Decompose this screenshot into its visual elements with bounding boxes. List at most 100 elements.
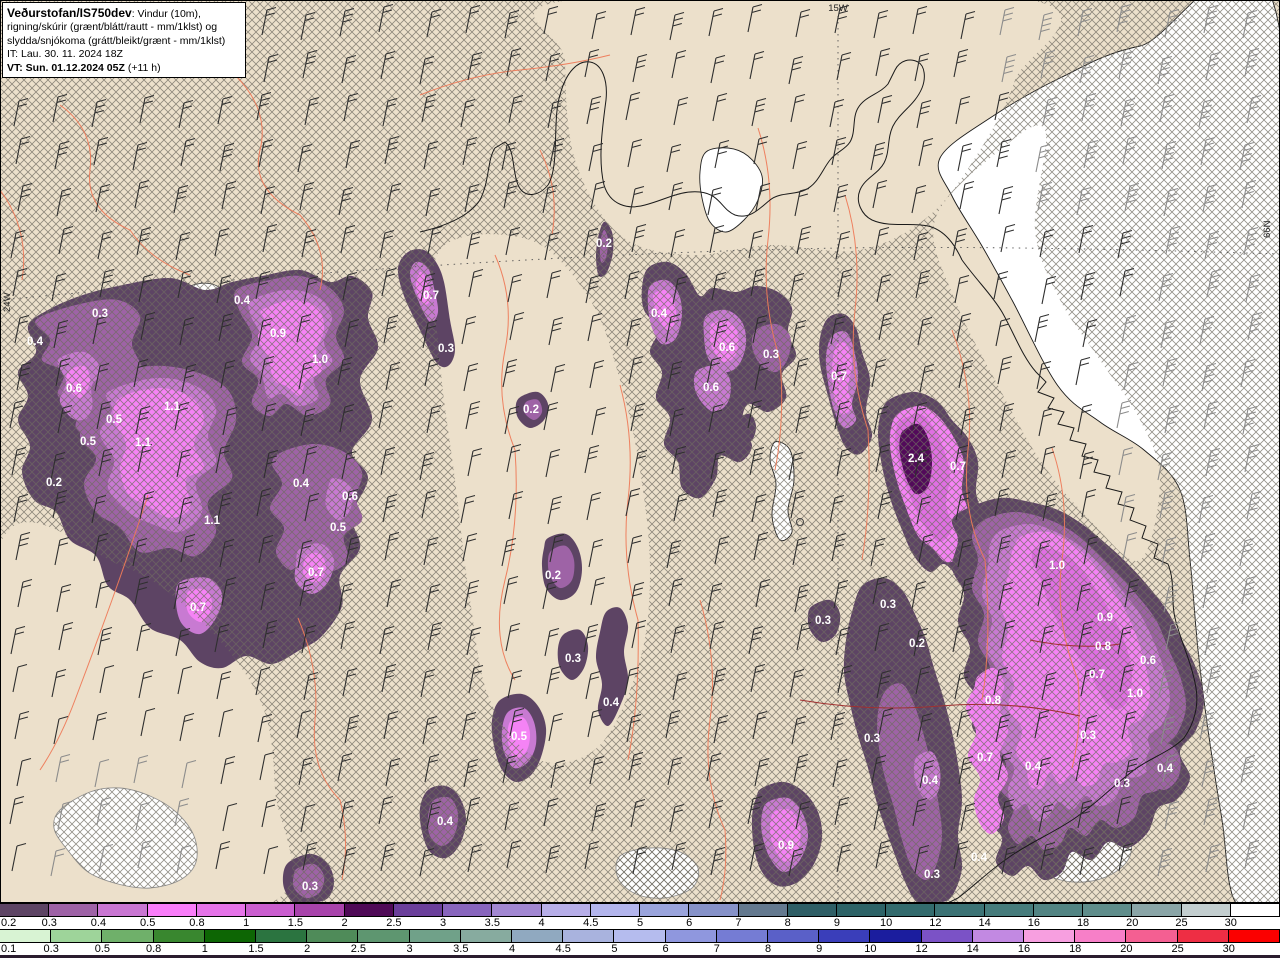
colorbar-segment bbox=[153, 930, 205, 942]
precip-value-label: 0.7 bbox=[950, 461, 966, 473]
precip-value-label: 0.3 bbox=[1114, 778, 1130, 790]
precip-value-label: 0.7 bbox=[190, 602, 206, 614]
meridian-label-15w: 15W bbox=[828, 3, 848, 14]
colorbar-tick-label: 7 bbox=[735, 917, 742, 929]
colorbar-segment bbox=[492, 904, 542, 916]
colorbar-segment bbox=[409, 930, 461, 942]
colorbar-tick-label: 1 bbox=[243, 917, 250, 929]
colorbar-tick-label: 20 bbox=[1120, 943, 1133, 955]
colorbar-sleet-snow-labels: 0.2 0.3 0.4 0.5 0.8 1 1.5 2 2.5 3 3.5 4 4.5 5 6 7 8 9 10 12… bbox=[0, 917, 1280, 929]
colorbar-tick-label: 25 bbox=[1175, 917, 1188, 929]
precip-value-label: 0.2 bbox=[46, 477, 62, 489]
colorbar-segment bbox=[1126, 930, 1178, 942]
colorbar-segment bbox=[1228, 930, 1280, 942]
colorbar-segment bbox=[972, 930, 1025, 942]
colorbar-tick-label: 9 bbox=[833, 917, 840, 929]
precip-value-label: 0.7 bbox=[308, 567, 324, 579]
colorbar-tick-label: 7 bbox=[713, 943, 720, 955]
colorbar-tick-label: 0.3 bbox=[41, 917, 57, 929]
precip-value-label: 0.3 bbox=[815, 615, 831, 627]
colorbar-tick-label: 12 bbox=[929, 917, 942, 929]
colorbar-segment bbox=[886, 904, 936, 916]
precip-value-label: 0.3 bbox=[864, 733, 880, 745]
colorbar-segment bbox=[768, 930, 820, 942]
colorbar-segment bbox=[935, 904, 985, 916]
precip-value-label: 0.3 bbox=[763, 349, 779, 361]
colorbar-segment bbox=[1181, 904, 1231, 916]
colorbar-segment bbox=[984, 904, 1034, 916]
precip-value-label: 0.4 bbox=[651, 308, 668, 320]
colorbar-tick-label: 8 bbox=[784, 917, 791, 929]
colorbar-tick-label: 3.5 bbox=[453, 943, 469, 955]
colorbar-segment bbox=[98, 904, 148, 916]
parallel-label-24w: 24W bbox=[2, 292, 13, 312]
colorbar-tick-label: 30 bbox=[1222, 943, 1235, 955]
precip-value-label: 0.7 bbox=[423, 290, 439, 302]
precip-value-label: 0.5 bbox=[80, 436, 97, 448]
precip-value-label: 1.1 bbox=[204, 515, 221, 527]
colorbar-segment bbox=[640, 904, 690, 916]
precip-value-label: 0.4 bbox=[437, 816, 454, 828]
colorbar-tick-label: 12 bbox=[915, 943, 928, 955]
colorbar-segment bbox=[836, 904, 887, 916]
precip-value-label: 1.0 bbox=[312, 354, 328, 366]
colorbar-segment bbox=[870, 930, 922, 942]
colorbar-tick-label: 20 bbox=[1126, 917, 1139, 929]
precip-value-label: 0.9 bbox=[778, 840, 794, 852]
colorbar-tick-label: 4.5 bbox=[583, 917, 599, 929]
colorbar-tick-label: 0.2 bbox=[1, 917, 17, 929]
colorbar-segment bbox=[1177, 930, 1229, 942]
precip-value-label: 0.3 bbox=[302, 881, 318, 893]
precip-value-label: 0.6 bbox=[719, 342, 735, 354]
colorbar-tick-label: 2 bbox=[304, 943, 311, 955]
precip-value-label: 0.2 bbox=[545, 570, 561, 582]
precip-value-label: 0.6 bbox=[703, 382, 719, 394]
info-box: Veðurstofan/IS750dev: Vindur (10m), rign… bbox=[2, 2, 246, 79]
parallel-label-66n: 66N bbox=[1262, 220, 1273, 238]
colorbar-tick-label: 4.5 bbox=[555, 943, 571, 955]
precip-value-label: 0.4 bbox=[603, 697, 620, 709]
colorbar-segment bbox=[307, 930, 359, 942]
precip-value-label: 0.6 bbox=[1140, 655, 1156, 667]
weather-map-screenshot: 0.2 0.7 0.3 0.3 0.4 0.4 0.9 1.0 0.6 1.1 0.5 0.5 1.1 0… bbox=[0, 0, 1280, 958]
colorbar-tick-label: 6 bbox=[686, 917, 693, 929]
colorbar-tick-label: 10 bbox=[864, 943, 877, 955]
colorbar-tick-label: 1 bbox=[201, 943, 208, 955]
precip-value-label: 0.9 bbox=[270, 328, 286, 340]
colorbar-tick-label: 3 bbox=[406, 943, 413, 955]
precip-value-label: 0.2 bbox=[523, 404, 539, 416]
colorbar-tick-label: 1.5 bbox=[287, 917, 304, 929]
colorbar-segment bbox=[787, 904, 837, 916]
precip-value-label: 0.2 bbox=[596, 238, 612, 250]
colorbar-segment bbox=[819, 930, 871, 942]
precip-value-label: 0.2 bbox=[909, 638, 925, 650]
colorbar-segment bbox=[921, 930, 973, 942]
info-line-init-time: IT: Lau. 30. 11. 2024 18Z bbox=[7, 48, 123, 61]
info-line-3: slydda/snjókoma (grátt/bleikt/grænt - mm… bbox=[7, 34, 226, 47]
colorbar-tick-label: 25 bbox=[1171, 943, 1184, 955]
precip-value-label: 0.8 bbox=[1095, 641, 1112, 653]
colorbar-segment bbox=[1083, 904, 1133, 916]
precip-value-label: 0.4 bbox=[234, 295, 251, 307]
precip-value-label: 1.1 bbox=[164, 401, 181, 413]
colorbar-tick-label: 6 bbox=[662, 943, 669, 955]
colorbar-tick-label: 14 bbox=[978, 917, 991, 929]
colorbar-tick-label: 4 bbox=[508, 943, 516, 955]
colorbar-segment bbox=[204, 930, 257, 942]
precip-value-label: 1.0 bbox=[1049, 560, 1065, 572]
colorbar-tick-label: 2 bbox=[341, 917, 348, 929]
colorbar-segment bbox=[738, 904, 788, 916]
colorbar-tick-label: 0.5 bbox=[94, 943, 111, 955]
precip-value-label: 1.0 bbox=[1127, 688, 1143, 700]
colorbar-segment bbox=[689, 904, 739, 916]
colorbar-tick-label: 0.1 bbox=[1, 943, 17, 955]
colorbar-tick-label: 0.8 bbox=[189, 917, 205, 929]
precip-value-label: 0.4 bbox=[27, 336, 44, 348]
colorbar-segment bbox=[443, 904, 493, 916]
precip-value-label: 0.4 bbox=[922, 775, 939, 787]
colorbar-tick-label: 18 bbox=[1076, 917, 1090, 929]
legend-colorbars: 0.2 0.3 0.4 0.5 0.8 1 1.5 2 2.5 3 3.5 4 4.5 5 6 7 8 9 10 12… bbox=[0, 903, 1280, 958]
precip-value-label: 0.7 bbox=[831, 371, 847, 383]
colorbar-tick-label: 14 bbox=[966, 943, 979, 955]
colorbar-segment bbox=[614, 930, 666, 942]
